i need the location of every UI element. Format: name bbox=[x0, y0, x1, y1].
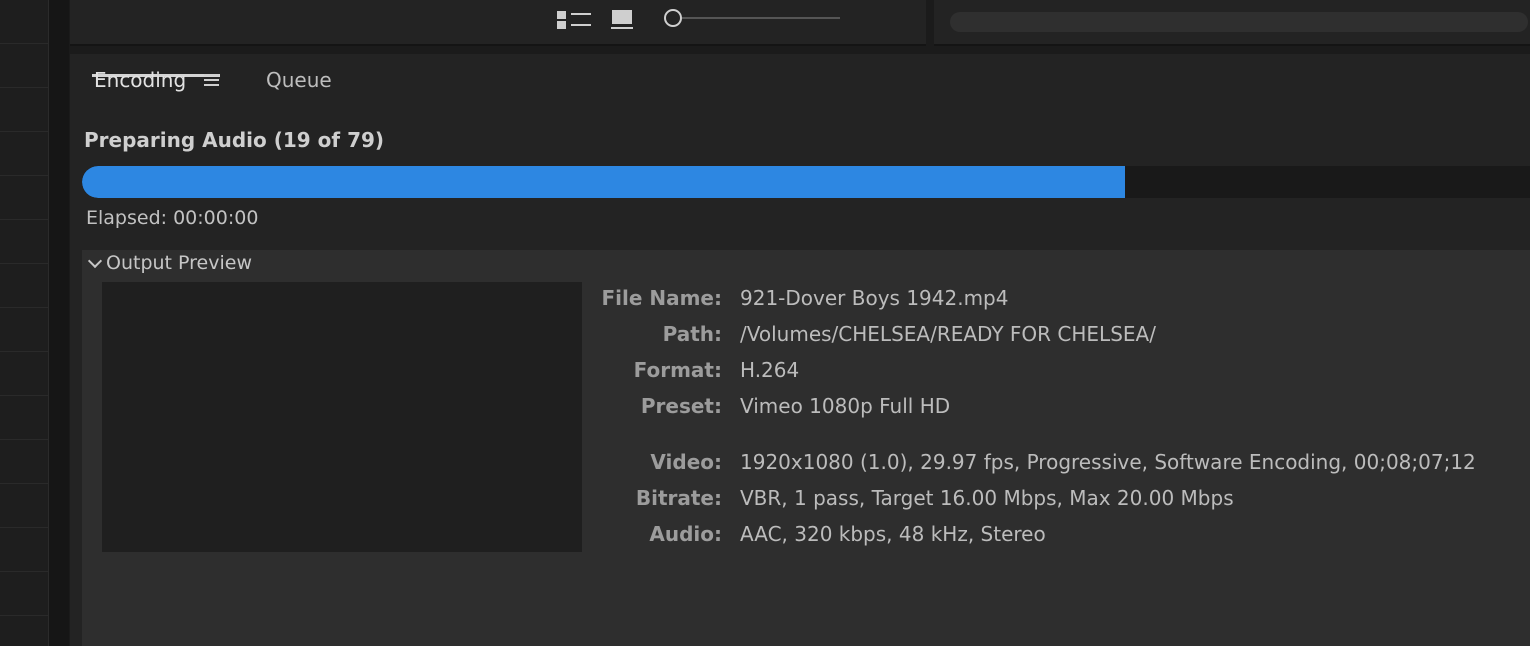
detail-value: 1920x1080 (1.0), 29.97 fps, Progressive,… bbox=[740, 450, 1476, 474]
left-panel-list[interactable] bbox=[0, 0, 49, 646]
detail-label: Bitrate: bbox=[635, 486, 722, 510]
encoding-panel: Encoding Queue Preparing Audio (19 of 79… bbox=[70, 54, 1530, 646]
detail-row-bitrate: Bitrate: VBR, 1 pass, Target 16.00 Mbps,… bbox=[582, 484, 1522, 520]
output-details: File Name: 921-Dover Boys 1942.mp4 Path:… bbox=[582, 284, 1522, 556]
media-encoder-window: Encoding Queue Preparing Audio (19 of 79… bbox=[0, 0, 1530, 646]
detail-label: Path: bbox=[662, 322, 722, 346]
detail-label: Format: bbox=[633, 358, 722, 382]
detail-label: Preset: bbox=[640, 394, 722, 418]
elapsed-time: Elapsed: 00:00:00 bbox=[86, 207, 259, 229]
progress-bar-fill bbox=[82, 166, 1125, 198]
output-preview-section: Output Preview File Name: 921-Dover Boys… bbox=[82, 250, 1530, 646]
detail-label: Video: bbox=[650, 450, 722, 474]
detail-row-audio: Audio: AAC, 320 kbps, 48 kHz, Stereo bbox=[582, 520, 1522, 556]
panel-divider[interactable] bbox=[49, 0, 69, 646]
detail-row-path: Path: /Volumes/CHELSEA/READY FOR CHELSEA… bbox=[582, 320, 1522, 356]
zoom-slider-handle[interactable] bbox=[664, 9, 682, 27]
tab-encoding-label: Encoding bbox=[94, 68, 187, 92]
detail-row-video: Video: 1920x1080 (1.0), 29.97 fps, Progr… bbox=[582, 448, 1522, 484]
list-view-icon[interactable] bbox=[557, 10, 591, 30]
progress-bar bbox=[82, 166, 1530, 198]
video-preview-thumbnail bbox=[102, 282, 582, 552]
output-preview-title: Output Preview bbox=[106, 252, 252, 274]
zoom-slider[interactable] bbox=[662, 8, 842, 28]
tab-queue-label: Queue bbox=[266, 68, 332, 92]
chevron-down-icon[interactable] bbox=[87, 253, 103, 269]
icon-view-icon[interactable] bbox=[611, 10, 633, 30]
detail-value: H.264 bbox=[740, 358, 800, 382]
tab-queue[interactable]: Queue bbox=[266, 68, 332, 92]
detail-label: File Name: bbox=[601, 286, 722, 310]
detail-value[interactable]: /Volumes/CHELSEA/READY FOR CHELSEA/ bbox=[740, 322, 1156, 346]
horizontal-scrollbar[interactable] bbox=[950, 12, 1528, 32]
detail-label: Audio: bbox=[649, 522, 722, 546]
detail-value: AAC, 320 kbps, 48 kHz, Stereo bbox=[740, 522, 1046, 546]
encoding-status: Preparing Audio (19 of 79) bbox=[84, 128, 385, 152]
detail-row-format: Format: H.264 bbox=[582, 356, 1522, 392]
tab-encoding[interactable]: Encoding bbox=[92, 66, 220, 92]
detail-row-file-name: File Name: 921-Dover Boys 1942.mp4 bbox=[582, 284, 1522, 320]
detail-value: Vimeo 1080p Full HD bbox=[740, 394, 951, 418]
detail-row-preset: Preset: Vimeo 1080p Full HD bbox=[582, 392, 1522, 428]
detail-value: 921-Dover Boys 1942.mp4 bbox=[740, 286, 1009, 310]
zoom-slider-track[interactable] bbox=[682, 17, 840, 19]
top-toolbar bbox=[70, 0, 926, 46]
detail-value: VBR, 1 pass, Target 16.00 Mbps, Max 20.0… bbox=[740, 486, 1234, 510]
hamburger-menu-icon[interactable] bbox=[204, 74, 219, 87]
